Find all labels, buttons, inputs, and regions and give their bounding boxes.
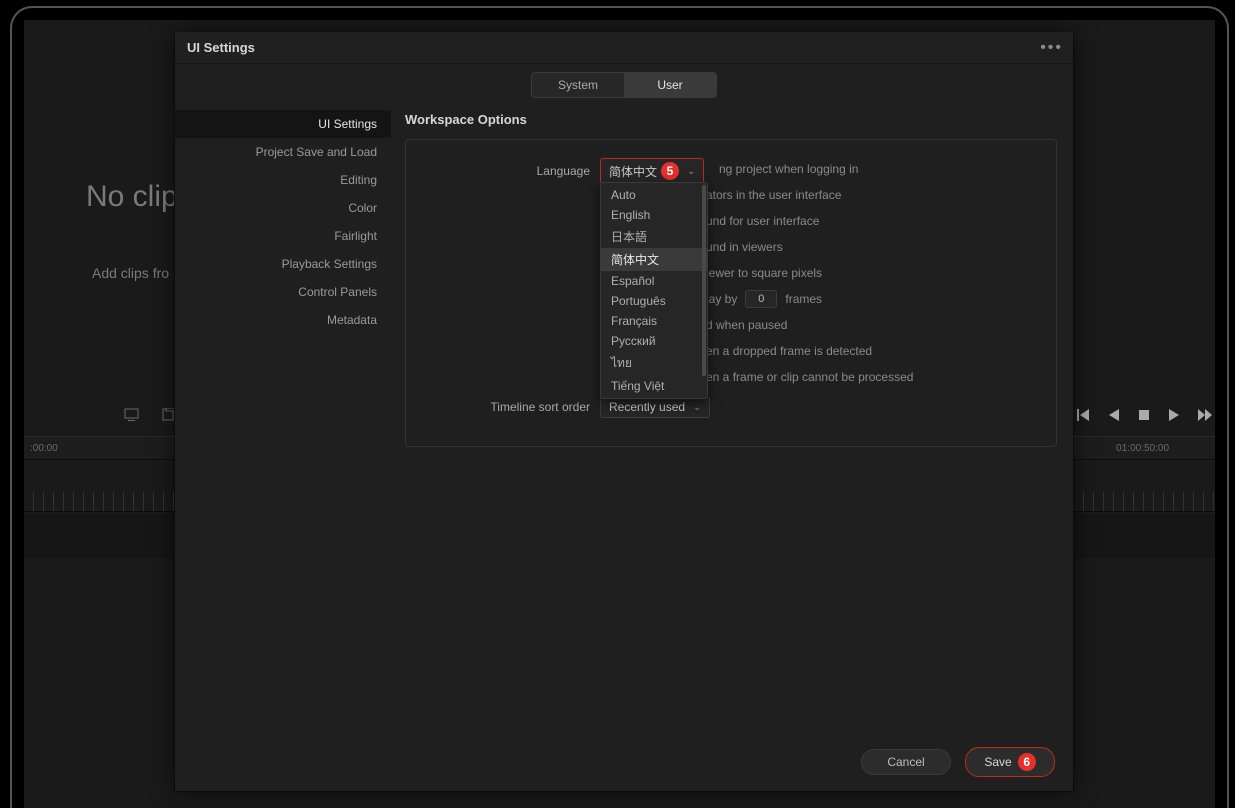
monitor-icon[interactable]: [124, 408, 142, 427]
prev-icon[interactable]: [1077, 408, 1091, 422]
annotation-badge-6: 6: [1018, 753, 1036, 771]
timecode-start: :00:00: [30, 443, 58, 454]
lang-option-simplified-chinese[interactable]: 简体中文: [601, 248, 707, 271]
tab-switcher: System User: [175, 64, 1073, 102]
chevron-down-icon: ⌄: [693, 402, 701, 413]
language-label: Language: [424, 164, 600, 178]
dialog-footer: Cancel Save 6: [861, 747, 1055, 777]
sort-order-value: Recently used: [609, 400, 685, 414]
section-title: Workspace Options: [405, 112, 1057, 127]
chevron-down-icon: ⌄: [687, 166, 695, 177]
lang-option-english[interactable]: English: [601, 205, 707, 225]
timecode-end: 01:00:50:00: [1116, 443, 1169, 454]
sidebar-item-playback[interactable]: Playback Settings: [175, 250, 391, 278]
play-back-icon[interactable]: [1107, 408, 1121, 422]
option-text: ng project when logging in: [719, 162, 858, 176]
sort-order-select[interactable]: Recently used ⌄: [600, 396, 710, 418]
settings-sidebar: UI Settings Project Save and Load Editin…: [175, 102, 391, 739]
sidebar-item-color[interactable]: Color: [175, 194, 391, 222]
lang-option-portuguese[interactable]: Português: [601, 291, 707, 311]
option-text: und for user interface: [706, 214, 819, 228]
workspace-options-panel: Language 简体中文 5 ⌄ Auto Engl: [405, 139, 1057, 447]
lang-option-japanese[interactable]: 日本語: [601, 225, 707, 248]
lang-option-auto[interactable]: Auto: [601, 185, 707, 205]
option-text: d when paused: [706, 318, 787, 332]
cancel-button[interactable]: Cancel: [861, 749, 951, 775]
sidebar-item-ui-settings[interactable]: UI Settings: [175, 110, 391, 138]
option-text: und in viewers: [706, 240, 783, 254]
no-clips-heading: No clip: [86, 180, 178, 214]
sidebar-item-fairlight[interactable]: Fairlight: [175, 222, 391, 250]
app-window: No clip Add clips fro :00:00 01:00:50:00: [24, 20, 1215, 808]
stop-icon[interactable]: [1137, 408, 1151, 422]
next-icon[interactable]: [1197, 408, 1213, 422]
annotation-badge-5: 5: [661, 162, 679, 180]
dialog-title: UI Settings: [187, 40, 255, 55]
lang-option-spanish[interactable]: Español: [601, 271, 707, 291]
cancel-button-label: Cancel: [887, 755, 924, 769]
bg-toolbar: [124, 408, 178, 427]
language-select-value: 简体中文: [609, 163, 657, 180]
sidebar-item-project-save[interactable]: Project Save and Load: [175, 138, 391, 166]
settings-main: Workspace Options Language 简体中文 5 ⌄: [391, 102, 1073, 739]
sidebar-item-control-panels[interactable]: Control Panels: [175, 278, 391, 306]
tab-user[interactable]: User: [624, 73, 716, 97]
delay-input[interactable]: 0: [745, 290, 777, 308]
dropdown-scrollbar[interactable]: [702, 185, 706, 376]
option-text: iewer to square pixels: [706, 266, 822, 280]
sort-order-label: Timeline sort order: [424, 400, 600, 414]
delay-unit: frames: [785, 292, 822, 306]
sidebar-item-editing[interactable]: Editing: [175, 166, 391, 194]
language-select[interactable]: 简体中文 5 ⌄: [600, 158, 704, 184]
dialog-titlebar: UI Settings •••: [175, 32, 1073, 64]
play-icon[interactable]: [1167, 408, 1181, 422]
lang-option-french[interactable]: Français: [601, 311, 707, 331]
dialog-menu-icon[interactable]: •••: [1040, 39, 1063, 57]
lang-option-thai[interactable]: ไทย: [601, 351, 707, 376]
option-text: en a frame or clip cannot be processed: [706, 370, 913, 384]
option-text: ators in the user interface: [706, 188, 841, 202]
lang-option-russian[interactable]: Русский: [601, 331, 707, 351]
sidebar-item-metadata[interactable]: Metadata: [175, 306, 391, 334]
tab-system[interactable]: System: [532, 73, 624, 97]
device-frame: No clip Add clips fro :00:00 01:00:50:00: [10, 6, 1229, 808]
add-clips-hint: Add clips fro: [92, 265, 169, 281]
save-button[interactable]: Save 6: [965, 747, 1055, 777]
delay-label: lay by: [706, 292, 737, 306]
settings-dialog: UI Settings ••• System User UI Settings …: [174, 32, 1074, 792]
save-button-label: Save: [984, 755, 1011, 769]
transport-controls: [1077, 408, 1215, 422]
language-dropdown: Auto English 日本語 简体中文 Español Português …: [600, 182, 708, 399]
option-text: en a dropped frame is detected: [706, 344, 872, 358]
lang-option-vietnamese[interactable]: Tiếng Việt: [601, 376, 707, 396]
